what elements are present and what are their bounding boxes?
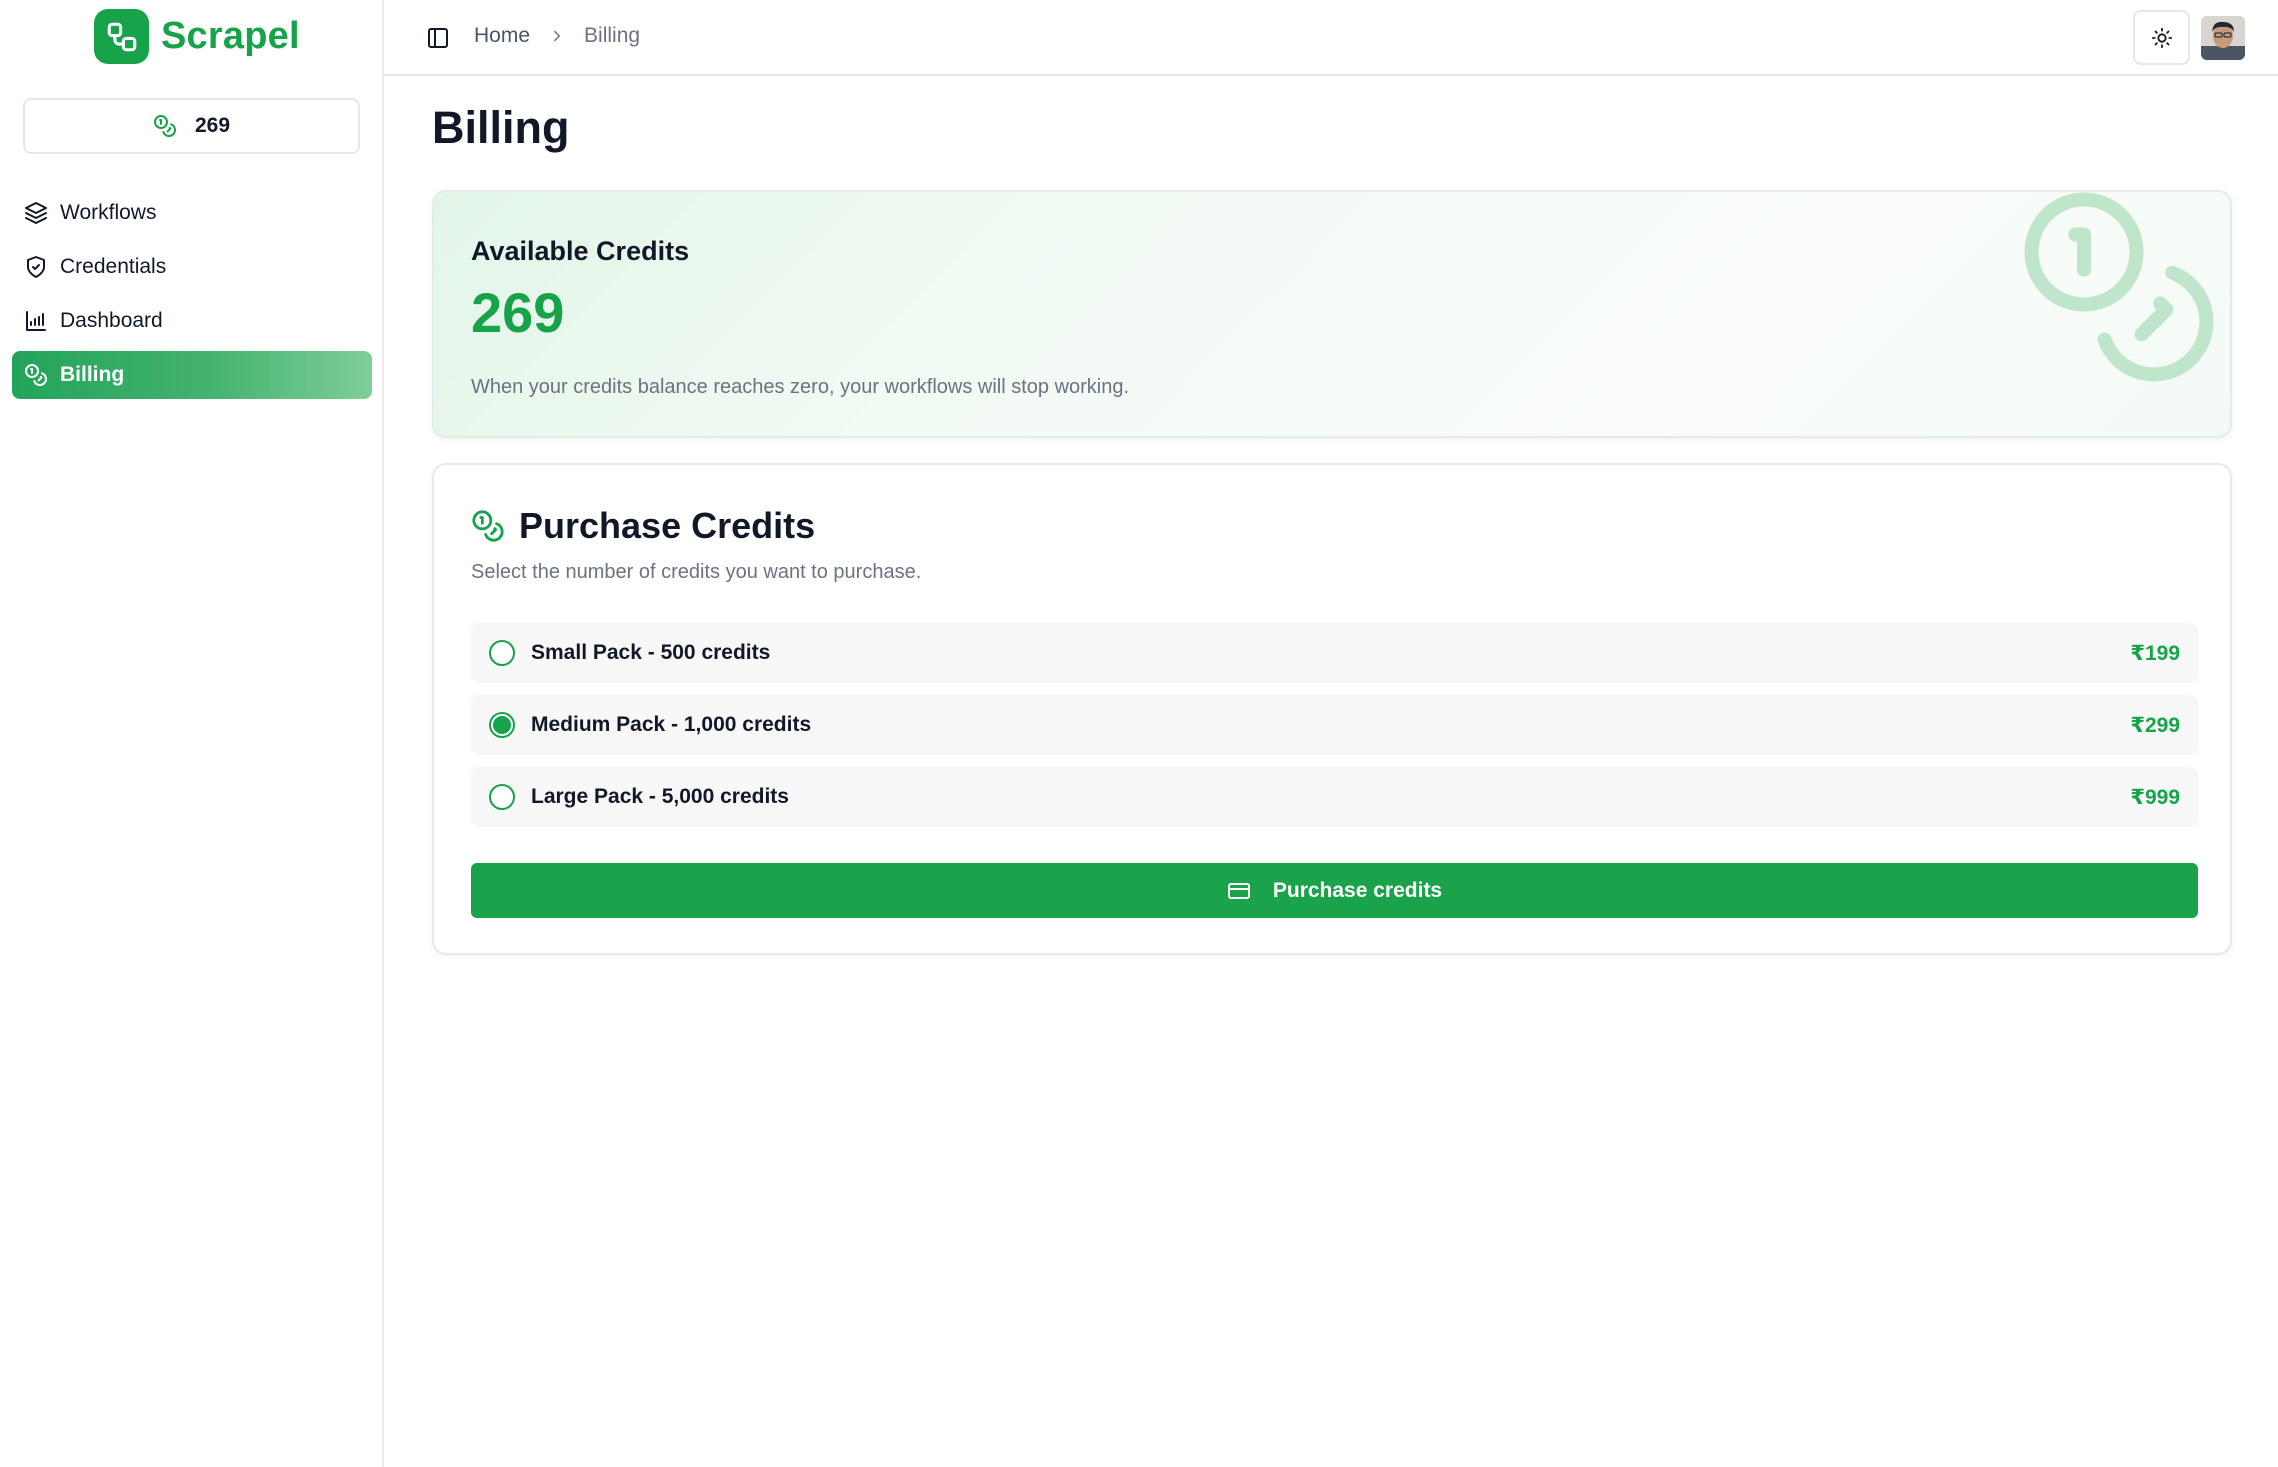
sidebar-item-dashboard[interactable]: Dashboard [12, 297, 372, 345]
radio-dot [493, 716, 511, 734]
coins-icon [2024, 192, 2214, 382]
bar-chart-icon [26, 311, 46, 331]
layers-icon [25, 202, 47, 224]
credit-pack-large[interactable]: Large Pack - 5,000 credits ₹999 [471, 767, 2198, 827]
radio-button-selected[interactable] [489, 712, 515, 738]
sidebar-credits-balance: 269 [23, 98, 360, 154]
user-avatar[interactable] [2201, 16, 2245, 60]
logo-icon [94, 9, 149, 64]
page-title: Billing [432, 102, 570, 153]
breadcrumb: Home Billing [474, 24, 640, 48]
purchase-credits-button[interactable]: Purchase credits [471, 863, 2198, 918]
pack-label: Medium Pack - 1,000 credits [531, 713, 812, 736]
coins-icon [25, 364, 47, 386]
pack-label: Large Pack - 5,000 credits [531, 785, 789, 808]
purchase-credits-title: Purchase Credits [519, 505, 816, 546]
pack-label: Small Pack - 500 credits [531, 641, 771, 664]
sidebar-item-label: Dashboard [60, 309, 163, 332]
pack-price: ₹299 [2130, 713, 2180, 737]
sidebar-item-label: Credentials [60, 255, 167, 278]
sidebar-item-label: Billing [60, 363, 125, 386]
chevron-right-icon [554, 30, 561, 42]
sidebar-item-credentials[interactable]: Credentials [12, 243, 372, 291]
purchase-credits-header: Purchase Credits [471, 505, 815, 547]
sun-icon [2151, 27, 2172, 48]
shield-check-icon [27, 256, 45, 278]
sidebar-toggle-icon[interactable] [426, 26, 450, 50]
sidebar-nav: Workflows Credentials Dashboard Billing [12, 189, 372, 405]
credit-pack-medium[interactable]: Medium Pack - 1,000 credits ₹299 [471, 695, 2198, 755]
purchase-button-label: Purchase credits [1272, 878, 1443, 902]
sidebar-item-workflows[interactable]: Workflows [12, 189, 372, 237]
radio-button[interactable] [489, 784, 515, 810]
sidebar-item-label: Workflows [60, 201, 157, 224]
credit-pack-small[interactable]: Small Pack - 500 credits ₹199 [471, 623, 2198, 683]
sidebar-item-billing[interactable]: Billing [12, 351, 372, 399]
coins-icon [472, 510, 504, 542]
sidebar: Scrapel 269 Workflows Credentials Dashbo… [0, 0, 384, 1467]
available-credits-note: When your credits balance reaches zero, … [471, 376, 1130, 398]
available-credits-title: Available Credits [471, 236, 690, 266]
logo[interactable]: Scrapel [94, 9, 300, 64]
main-content: Home Billing Billing Available Credits 2… [384, 0, 2278, 1467]
credit-card-icon [1227, 882, 1250, 899]
pack-price: ₹199 [2130, 641, 2180, 665]
app-root: Scrapel 269 Workflows Credentials Dashbo… [0, 0, 2278, 1467]
credit-pack-options: Small Pack - 500 credits ₹199 Medium Pac… [471, 623, 2198, 839]
theme-toggle-button[interactable] [2133, 10, 2190, 65]
purchase-credits-subtitle: Select the number of credits you want to… [471, 561, 922, 583]
sidebar-credits-value: 269 [194, 114, 231, 137]
available-credits-card: Available Credits 269 When your credits … [432, 190, 2232, 438]
available-credits-value: 269 [471, 281, 565, 344]
radio-button[interactable] [489, 640, 515, 666]
breadcrumb-home[interactable]: Home [474, 24, 530, 48]
purchase-credits-card: Purchase Credits Select the number of cr… [432, 463, 2232, 955]
coins-icon [153, 115, 176, 137]
logo-text: Scrapel [161, 15, 300, 57]
breadcrumb-current: Billing [584, 24, 641, 47]
pack-price: ₹999 [2130, 785, 2180, 809]
topbar: Home Billing [384, 0, 2278, 76]
